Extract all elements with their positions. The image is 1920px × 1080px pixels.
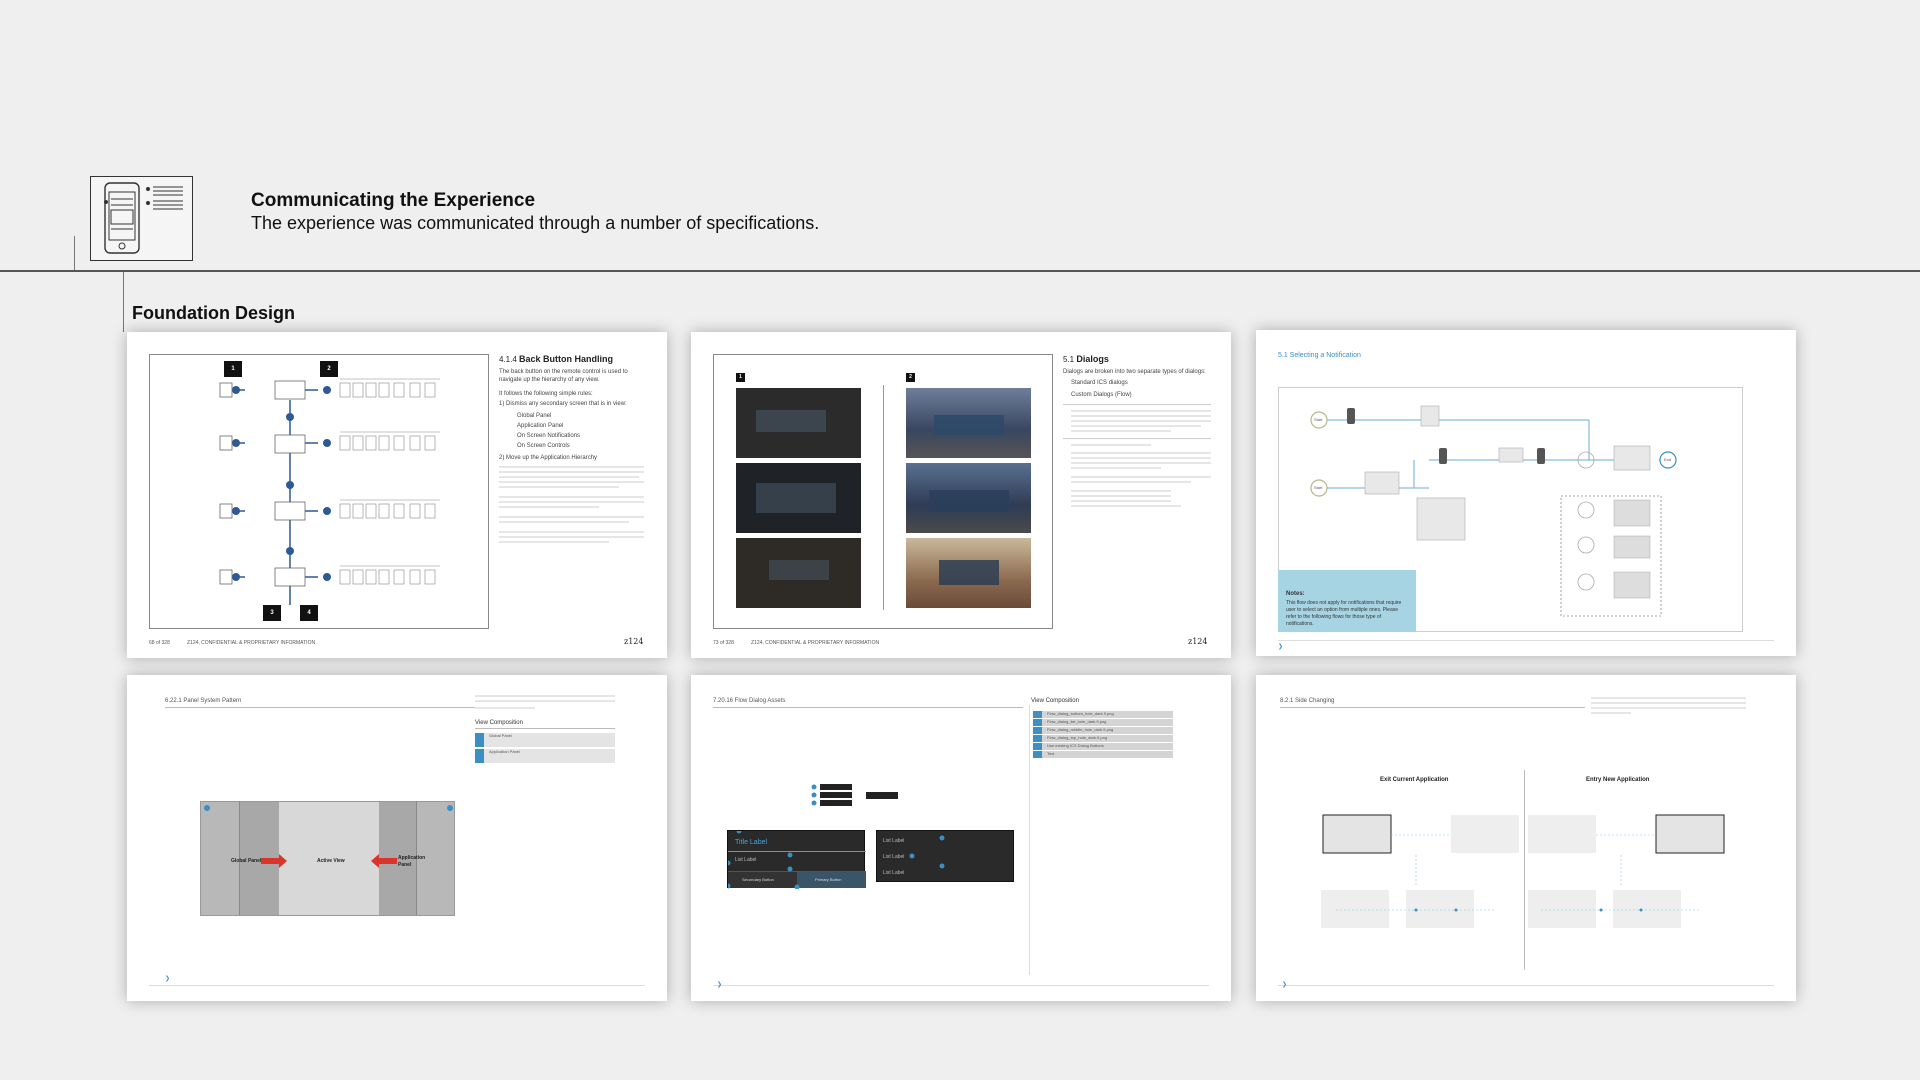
asset-item: Flow_dialog_bottom_hole_dark.9.png bbox=[1047, 711, 1114, 716]
header-divider bbox=[0, 270, 1920, 272]
brand-logo-icon: ❯ bbox=[1282, 982, 1288, 988]
notes-title: Notes: bbox=[1286, 591, 1305, 597]
rule-item: On Screen Controls bbox=[517, 443, 570, 449]
intro-text: Dialogs are broken into two separate typ… bbox=[1063, 369, 1206, 375]
asset-item: Use existing ICS Dialog Buttons bbox=[1047, 743, 1104, 748]
asset-item: Flow_dialog_top_hole_dark.9.png bbox=[1047, 735, 1108, 740]
intro-text: The back button on the remote control is… bbox=[499, 369, 628, 384]
flow-diagram-graphic bbox=[219, 378, 440, 605]
header-divider-vertical bbox=[74, 236, 75, 272]
composition-row-label: Application Panel bbox=[489, 749, 520, 754]
footer-page-count: 68 of 328 bbox=[149, 640, 170, 646]
footer-confidential: Z124, CONFIDENTIAL & PROPRIETARY INFORMA… bbox=[187, 640, 316, 646]
footer-page-count: 73 of 328 bbox=[713, 640, 734, 646]
section-number: 4.1.4 bbox=[499, 355, 517, 364]
composition-row: Global Panel bbox=[475, 733, 615, 747]
rule-2: 2) Move up the Application Hierarchy bbox=[499, 455, 598, 461]
rules-lead: It follows the following simple rules: bbox=[499, 391, 593, 397]
asset-item: Flow_dialog_list_hole_dark.9.png bbox=[1047, 719, 1107, 724]
page-title: 5.1 Selecting a Notification bbox=[1278, 352, 1361, 359]
panel-diagram: Global Panel Active View Application Pan… bbox=[200, 801, 455, 916]
notes-text: This flow does not apply for notificatio… bbox=[1286, 600, 1402, 627]
spec-page-back-button[interactable]: 1 2 3 4 4.1.4 Back Button Handling The b… bbox=[127, 332, 667, 658]
page-title: Back Button Handling bbox=[519, 354, 614, 364]
composition-row: Application Panel bbox=[475, 749, 615, 763]
asset-glyphs bbox=[811, 784, 898, 806]
spec-page-panel-system[interactable]: 6.22.1 Panel System Pattern View Composi… bbox=[127, 675, 667, 1001]
arrow-icons bbox=[204, 805, 453, 868]
brand-logo-icon: ❯ bbox=[165, 976, 171, 982]
transition-diagram bbox=[1321, 814, 1725, 928]
dialog-type: Standard ICS dialogs bbox=[1071, 380, 1128, 386]
rule-item: Global Panel bbox=[517, 413, 552, 419]
section-number: 5.1 bbox=[1063, 355, 1075, 364]
page-title: Dialogs bbox=[1076, 354, 1109, 364]
spec-page-notification-flow[interactable]: 5.1 Selecting a Notification Start Start… bbox=[1256, 330, 1796, 656]
rule-item: Application Panel bbox=[517, 423, 564, 429]
spec-page-dialogs[interactable]: 1 2 5.1 Dialogs Dialogs are broken into … bbox=[691, 332, 1231, 658]
dialogs-screens: 1 2 bbox=[713, 354, 1053, 629]
section-title: Foundation Design bbox=[132, 303, 295, 323]
page-brand-mark: z124 bbox=[624, 637, 644, 646]
flow-dialog-list-sample: List Label List Label List Label bbox=[876, 830, 1014, 882]
start-label: Start bbox=[1314, 485, 1323, 490]
page-heading: 5.1 Dialogs bbox=[1063, 354, 1109, 364]
flow-diagram: 1 2 3 4 bbox=[149, 354, 489, 629]
view-composition-label: View Composition bbox=[475, 720, 523, 726]
brand-logo-icon: ❯ bbox=[1278, 644, 1284, 650]
marker: 2 bbox=[906, 373, 915, 382]
asset-item: Text bbox=[1047, 751, 1055, 756]
section-divider-vertical bbox=[123, 272, 124, 332]
end-label: End bbox=[1664, 457, 1672, 462]
brand-logo-icon: ❯ bbox=[717, 982, 723, 988]
flow-dialog-sample: Title Label List Label Secondary Button … bbox=[727, 830, 866, 889]
phone-spec-icon bbox=[90, 176, 193, 261]
rule-item: On Screen Notifications bbox=[517, 433, 581, 439]
composition-row-label: Global Panel bbox=[489, 733, 512, 738]
rule-1: 1) Dismiss any secondary screen that is … bbox=[499, 401, 627, 407]
footer-confidential: Z124, CONFIDENTIAL & PROPRIETARY INFORMA… bbox=[751, 640, 880, 646]
page-title: 7.20.16 Flow Dialog Assets bbox=[713, 698, 786, 704]
header-title: Communicating the Experience bbox=[251, 190, 536, 211]
header-subtitle: The experience was communicated through … bbox=[251, 213, 820, 233]
asset-item: Flow_dialog_middle_hole_dark.9.png bbox=[1047, 727, 1114, 732]
view-composition-label: View Composition bbox=[1031, 698, 1079, 704]
spec-page-flow-dialog-assets[interactable]: 7.20.16 Flow Dialog Assets View Composit… bbox=[691, 675, 1231, 1001]
page-title: 6.22.1 Panel System Pattern bbox=[165, 698, 242, 704]
start-label: Start bbox=[1314, 417, 1323, 422]
notes-box: Notes: This flow does not apply for noti… bbox=[1278, 570, 1416, 632]
page-heading: 4.1.4 Back Button Handling bbox=[499, 354, 613, 364]
spec-page-side-changing[interactable]: 8.2.1 Side Changing Exit Current Applica… bbox=[1256, 675, 1796, 1001]
page-brand-mark: z124 bbox=[1188, 637, 1208, 646]
marker: 1 bbox=[736, 373, 745, 382]
dialog-type: Custom Dialogs (Flow) bbox=[1071, 392, 1132, 398]
